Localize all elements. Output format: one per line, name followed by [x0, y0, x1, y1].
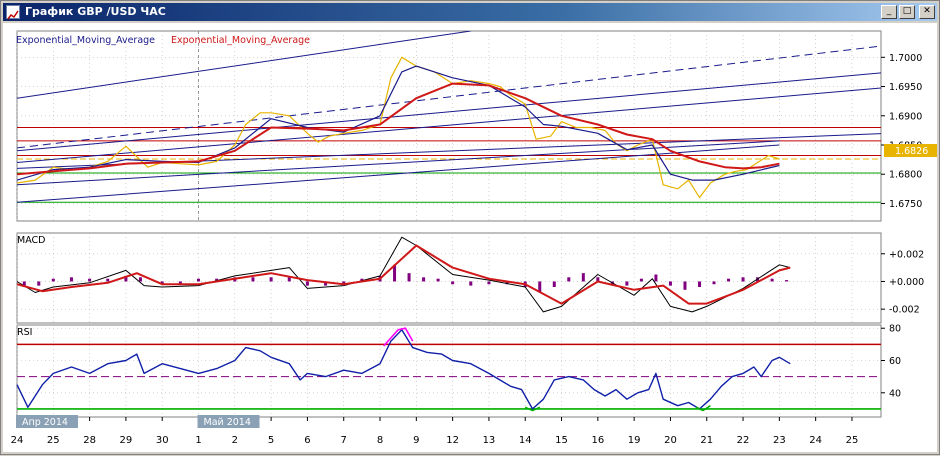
- x-tick-label: 20: [664, 435, 677, 446]
- x-tick-label: 9: [413, 435, 419, 446]
- price-panel: 1.70001.69501.69001.68501.68001.6750: [16, 30, 922, 222]
- macd-histogram-bar: [422, 277, 426, 282]
- x-tick-label: 24: [11, 435, 24, 446]
- macd-histogram-bar: [785, 280, 789, 282]
- rsi-frame: [16, 324, 882, 418]
- month-marker-label: Апр 2014: [22, 417, 68, 428]
- macd-histogram-bar: [305, 281, 309, 286]
- macd-title: MACD: [17, 235, 45, 246]
- legend-ema-fast: Exponential_Moving_Average: [171, 35, 310, 46]
- x-tick-label: 7: [341, 435, 347, 446]
- macd-histogram-bar: [697, 281, 701, 287]
- maximize-button[interactable]: □: [899, 5, 915, 19]
- x-tick-label: 1: [195, 435, 201, 446]
- macd-histogram-bar: [712, 281, 716, 285]
- x-tick-label: 8: [377, 435, 383, 446]
- macd-ytick-label: -0.002: [889, 305, 920, 316]
- rsi-ytick-label: 80: [889, 324, 901, 335]
- x-tick-label: 2: [232, 435, 238, 446]
- rsi-ytick-label: 60: [889, 356, 901, 367]
- macd-histogram-bar: [469, 281, 473, 286]
- macd-histogram-bar: [251, 277, 255, 282]
- macd-panel: +0.002 +0.000 -0.002: [16, 232, 924, 324]
- price-ytick-label: 1.7000: [889, 53, 922, 64]
- x-tick-label: 30: [156, 435, 169, 446]
- x-tick-label: 21: [700, 435, 713, 446]
- macd-histogram-bar: [37, 281, 41, 286]
- x-tick-label: 29: [120, 435, 133, 446]
- price-ytick-label: 1.6950: [889, 82, 922, 93]
- title-bar[interactable]: График GBP /USD ЧАС _ □ ✕: [3, 3, 937, 21]
- x-tick-label: 15: [555, 435, 568, 446]
- x-tick-label: 6: [304, 435, 310, 446]
- chart-area: 1.70001.69501.69001.68501.68001.6750 +0.…: [3, 23, 937, 452]
- price-ytick-label: 1.6800: [889, 170, 922, 181]
- x-tick-label: 28: [83, 435, 96, 446]
- macd-histogram-bar: [625, 281, 629, 286]
- macd-ytick-label: +0.000: [889, 277, 924, 288]
- x-tick-label: 14: [519, 435, 532, 446]
- macd-ytick-label: +0.002: [889, 249, 924, 260]
- macd-histogram-bar: [287, 277, 291, 282]
- macd-histogram-bar: [668, 281, 672, 286]
- macd-histogram-bar: [581, 273, 585, 282]
- macd-histogram-bar: [88, 278, 92, 282]
- chart-canvas: 1.70001.69501.69001.68501.68001.6750 +0.…: [11, 30, 937, 446]
- macd-histogram-bar: [451, 281, 455, 285]
- rsi-title: RSI: [17, 327, 32, 338]
- macd-histogram-bar: [106, 278, 110, 282]
- x-tick-label: 12: [446, 435, 459, 446]
- x-tick-label: 25: [47, 435, 60, 446]
- macd-histogram-bar: [138, 277, 142, 282]
- x-tick-label: 13: [483, 435, 496, 446]
- minimize-button[interactable]: _: [881, 5, 897, 19]
- current-price-label: 1.6826: [895, 146, 928, 157]
- close-button[interactable]: ✕: [919, 5, 935, 19]
- macd-histogram-bar: [654, 274, 658, 282]
- macd-histogram-bar: [197, 278, 201, 282]
- legend-ema-slow: Exponential_Moving_Average: [16, 35, 155, 46]
- macd-histogram-bar: [567, 277, 571, 282]
- price-ytick-label: 1.6900: [889, 111, 922, 122]
- chart-window-icon: [6, 5, 20, 20]
- macd-histogram-bar: [552, 281, 556, 287]
- x-tick-label: 24: [809, 435, 822, 446]
- macd-histogram-bar: [407, 273, 411, 282]
- time-axis: 24 25 28 29 30 1 2 5 6 7 8 9 12 13 14 15 16 19 20 21 22 23 24 2…: [11, 415, 881, 446]
- macd-histogram-bar: [487, 281, 491, 285]
- x-tick-label: 19: [628, 435, 641, 446]
- macd-histogram-bar: [69, 277, 73, 282]
- window-title: График GBP /USD ЧАС: [25, 5, 166, 18]
- x-tick-label: 5: [268, 435, 274, 446]
- price-ytick-label: 1.6750: [889, 199, 922, 210]
- macd-histogram-bar: [727, 278, 731, 282]
- macd-histogram-bar: [683, 281, 687, 290]
- x-tick-label: 16: [591, 435, 604, 446]
- macd-histogram-bar: [770, 278, 774, 282]
- macd-histogram-bar: [51, 278, 55, 282]
- macd-histogram-bar: [639, 278, 643, 282]
- macd-histogram-bar: [436, 278, 440, 282]
- x-tick-label: 23: [773, 435, 786, 446]
- x-tick-label: 22: [737, 435, 750, 446]
- macd-histogram-bar: [741, 277, 745, 282]
- rsi-ytick-label: 40: [889, 388, 901, 399]
- x-tick-label: 25: [846, 435, 859, 446]
- macd-histogram-bar: [269, 277, 273, 282]
- chart-window: График GBP /USD ЧАС _ □ ✕ 1.7000 1.6950 1.…: [0, 0, 940, 455]
- rsi-panel: 80 60 40: [16, 324, 901, 418]
- month-marker-label: Май 2014: [204, 417, 251, 428]
